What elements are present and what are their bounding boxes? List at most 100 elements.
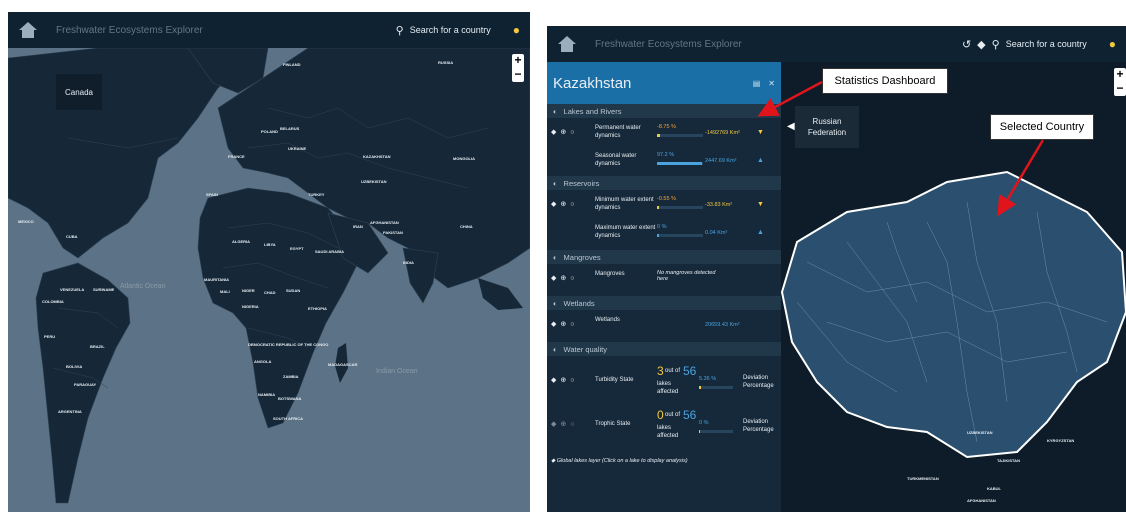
label-belarus: BELARUS [280, 126, 300, 131]
label-atlantic-ocean: Atlantic Ocean [120, 283, 166, 290]
section-wetlands[interactable]: ◐ Wetlands [547, 296, 781, 310]
world-map[interactable]: FINLAND RUSSIA POLAND BELARUS UKRAINE KA… [8, 48, 530, 512]
label-south-africa: SOUTH AFRICA [273, 416, 303, 421]
zoom-in-button[interactable]: + [1114, 68, 1126, 82]
section-mangroves[interactable]: ◐ Mangroves [547, 250, 781, 264]
history-icon[interactable]: ↺ [962, 38, 971, 51]
label-india: INDIA [403, 260, 414, 265]
label-mauritania: MAURITANIA [204, 277, 229, 282]
row-trophic: ◆⊕○ Trophic State 0 out of 56 lakes affe… [547, 406, 781, 446]
indicator-name: Maximum water extent dynamics [595, 225, 656, 239]
global-lakes-layer[interactable]: ◆ Global lakes layer (Click on a lake to… [551, 458, 688, 464]
home-icon[interactable] [18, 20, 38, 40]
label-libya: LIBYA [264, 242, 276, 247]
lakes-total: 56 [683, 408, 697, 422]
label-saudi-arabia: SAUDI ARABIA [315, 249, 344, 254]
lightbulb-icon[interactable]: ● [513, 23, 520, 37]
label-spain: SPAIN [206, 192, 218, 197]
lightbulb-icon[interactable]: ● [1109, 37, 1116, 51]
lakes-count: 0 [657, 408, 664, 422]
label-russia: RUSSIA [438, 60, 453, 65]
indicator-percent: 5.36 % [699, 376, 717, 382]
indicator-name: Seasonal water dynamics [595, 153, 637, 167]
mangroves-note: No mangroves detected here [657, 270, 716, 282]
top-bar: Freshwater Ecosystems Explorer ↺ ◆ ⚲ Sea… [547, 26, 1126, 62]
indicator-percent: 97.2 % [657, 152, 675, 158]
row-wetlands: ◆⊕○ Wetlands 20659.43 Km² [547, 312, 781, 338]
country-tooltip: Canada [56, 74, 102, 110]
label-afghanistan: AFGHANISTAN [967, 498, 996, 503]
indicator-bar [657, 206, 703, 209]
collapse-panel-icon[interactable]: ◀ [787, 121, 795, 132]
section-lakes-rivers[interactable]: ◐ Lakes and Rivers [547, 104, 781, 118]
indicator-value: 2447.69 Km² [705, 158, 737, 164]
label-kyrgyzstan: KYRGYZSTAN [1047, 438, 1074, 443]
lakes-total: 56 [683, 364, 697, 378]
label-argentina: ARGENTINA [58, 409, 82, 414]
lakes-count: 3 [657, 364, 664, 378]
search-input[interactable]: Search for a country [410, 25, 491, 35]
label-finland: FINLAND [283, 62, 301, 67]
close-icon[interactable]: ✕ [768, 79, 775, 88]
row-maximum-extent: Maximum water extent dynamics 0 % 0.04 K… [547, 220, 781, 246]
label-madagascar: MADAGASCAR [328, 362, 357, 367]
label-cuba: CUBA [66, 234, 78, 239]
row-controls[interactable]: ◆⊕○ [551, 420, 578, 428]
indicator-name: Mangroves [595, 271, 625, 277]
indicator-name: Turbidity State [595, 377, 634, 383]
world-map-view: Freshwater Ecosystems Explorer ⚲ Search … [8, 12, 530, 512]
label-paraguay: PARAGUAY [74, 382, 97, 387]
lakes-affected: lakes affected [657, 425, 679, 439]
row-controls[interactable]: ◆⊕○ [551, 274, 578, 282]
label-sudan: SUDAN [286, 288, 300, 293]
lakes-affected: lakes affected [657, 381, 679, 395]
indicator-bar [657, 162, 703, 165]
home-icon[interactable] [557, 34, 577, 54]
label-pakistan: PAKISTAN [383, 230, 403, 235]
zoom-out-button[interactable]: − [512, 68, 524, 82]
row-controls[interactable]: ◆⊕○ [551, 200, 578, 208]
row-controls[interactable]: ◆⊕○ [551, 128, 578, 136]
print-icon[interactable]: ▤ [753, 79, 761, 88]
label-egypt: EGYPT [290, 246, 304, 251]
callout-selected-country: Selected Country [990, 114, 1094, 140]
label-china: CHINA [460, 224, 473, 229]
indicator-bar-fill [699, 430, 701, 433]
label-colombia: COLOMBIA [42, 299, 64, 304]
indicator-value: -1492769 Km² [705, 130, 740, 136]
search-icon[interactable]: ⚲ [396, 24, 404, 37]
label-afghanistan: AFGHANISTAN [370, 220, 399, 225]
indicator-bar [657, 234, 703, 237]
zoom-out-button[interactable]: − [1114, 82, 1126, 96]
label-turkmenistan: TURKMENISTAN [907, 476, 939, 481]
increase-arrow-icon: ▲ [757, 157, 764, 164]
label-france: FRANCE [228, 154, 245, 159]
indicator-bar [699, 430, 733, 433]
search-input[interactable]: Search for a country [1006, 39, 1087, 49]
label-chad: CHAD [264, 290, 276, 295]
label-indian-ocean: Indian Ocean [376, 368, 418, 375]
label-namibia: NAMIBIA [258, 392, 275, 397]
row-controls[interactable]: ◆⊕○ [551, 376, 578, 384]
indicator-percent: 0 % [657, 224, 667, 230]
label-algeria: ALGERIA [232, 239, 250, 244]
section-reservoirs[interactable]: ◐ Reservoirs [547, 176, 781, 190]
indicator-name: Wetlands [595, 317, 620, 323]
section-water-quality[interactable]: ◐ Water quality [547, 342, 781, 356]
droplet-icon: ◐ [553, 298, 558, 308]
world-map-canvas[interactable]: FINLAND RUSSIA POLAND BELARUS UKRAINE KA… [8, 48, 530, 512]
layers-icon[interactable]: ◆ [977, 38, 985, 51]
section-label: Wetlands [563, 298, 595, 308]
label-niger: NIGER [242, 288, 255, 293]
label-suriname: SURINAME [93, 287, 115, 292]
indicator-bar-fill [657, 234, 659, 237]
search-icon[interactable]: ⚲ [992, 38, 1000, 51]
label-mexico: MEXICO [18, 219, 34, 224]
indicator-percent: -0.55 % [657, 196, 676, 202]
row-controls[interactable]: ◆⊕○ [551, 320, 578, 328]
zoom-controls: + − [512, 54, 524, 82]
zoom-in-button[interactable]: + [512, 54, 524, 68]
top-bar: Freshwater Ecosystems Explorer ⚲ Search … [8, 12, 530, 48]
row-mangroves: ◆⊕○ Mangroves No mangroves detected here [547, 266, 781, 292]
droplet-icon: ◐ [553, 106, 558, 116]
